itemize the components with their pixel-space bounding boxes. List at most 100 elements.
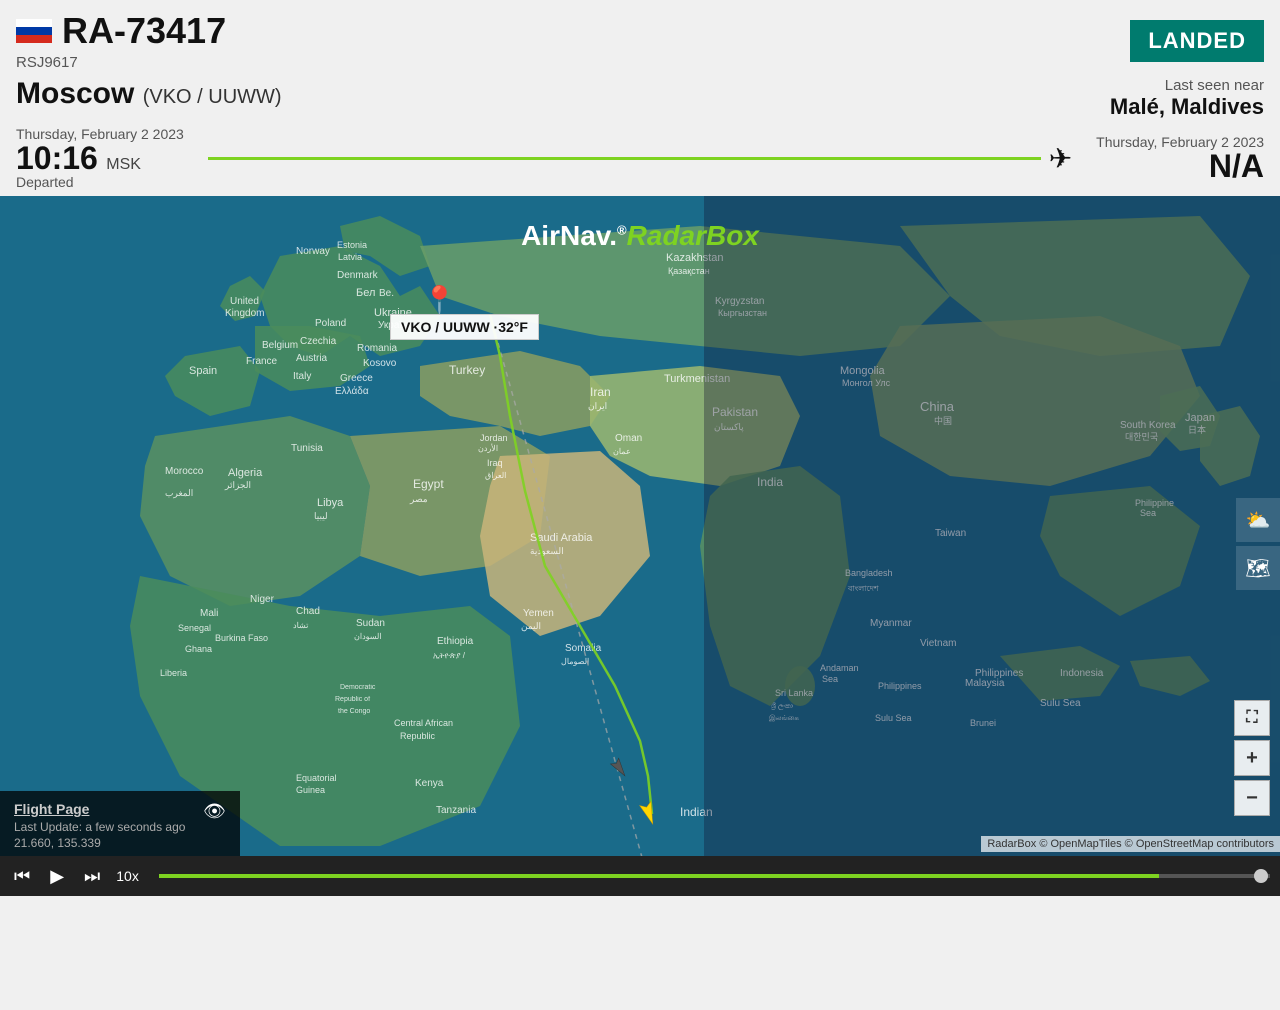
svg-text:Andaman: Andaman bbox=[820, 663, 859, 673]
aircraft-registration: RA-73417 bbox=[62, 10, 226, 52]
svg-text:Jordan: Jordan bbox=[480, 433, 508, 443]
svg-text:Iran: Iran bbox=[590, 385, 611, 399]
svg-text:Tunisia: Tunisia bbox=[291, 443, 323, 454]
svg-text:المغرب: المغرب bbox=[165, 488, 193, 499]
flight-status-badge: LANDED bbox=[1130, 20, 1264, 62]
arrival-block: Thursday, February 2 2023 N/A bbox=[1096, 134, 1264, 182]
playback-fastforward-button[interactable]: ⏭ bbox=[80, 866, 104, 887]
svg-text:Norway: Norway bbox=[296, 246, 330, 257]
svg-text:Guinea: Guinea bbox=[296, 785, 325, 795]
map-container[interactable]: United Kingdom Belgium France Czechia Au… bbox=[0, 196, 1280, 896]
svg-text:Philippines: Philippines bbox=[878, 681, 922, 691]
svg-text:Taiwan: Taiwan bbox=[935, 528, 966, 539]
svg-text:Algeria: Algeria bbox=[228, 467, 263, 479]
svg-text:Denmark: Denmark bbox=[337, 270, 379, 281]
svg-text:Japan: Japan bbox=[1185, 412, 1215, 424]
svg-text:Indonesia: Indonesia bbox=[1060, 668, 1104, 679]
flight-number: RSJ9617 bbox=[16, 54, 226, 71]
svg-text:Ghana: Ghana bbox=[185, 644, 212, 654]
fullscreen-button[interactable]: ⛶ bbox=[1234, 700, 1270, 736]
svg-text:ليبيا: ليبيا bbox=[314, 511, 328, 521]
svg-text:Yemen: Yemen bbox=[523, 608, 554, 619]
zoom-in-button[interactable]: + bbox=[1234, 740, 1270, 776]
playback-progress-fill bbox=[159, 874, 1159, 878]
weather-toggle-button[interactable]: ⛅ bbox=[1236, 498, 1280, 542]
svg-text:日本: 日本 bbox=[1188, 424, 1206, 435]
departure-block: Thursday, February 2 2023 10:16 MSK Depa… bbox=[16, 126, 184, 190]
svg-text:Poland: Poland bbox=[315, 318, 346, 329]
playback-start-button[interactable]: ⏮ bbox=[10, 866, 34, 887]
svg-text:Pakistan: Pakistan bbox=[712, 405, 758, 419]
svg-text:Equatorial: Equatorial bbox=[296, 773, 337, 783]
svg-text:Spain: Spain bbox=[189, 365, 217, 377]
last-update-text: Last Update: a few seconds ago bbox=[14, 820, 226, 834]
airport-tooltip: VKO / UUWW ·32°F bbox=[390, 314, 539, 340]
svg-text:Ethiopia: Ethiopia bbox=[437, 636, 474, 647]
svg-text:Brunei: Brunei bbox=[970, 718, 996, 728]
svg-text:Kyrgyzstan: Kyrgyzstan bbox=[715, 296, 764, 307]
svg-text:Republic: Republic bbox=[400, 731, 436, 741]
svg-text:Latvia: Latvia bbox=[338, 252, 362, 262]
svg-text:Philippine: Philippine bbox=[1135, 498, 1174, 508]
svg-text:இலங்கை: இலங்கை bbox=[769, 714, 799, 722]
airport-map-pin: 📍 bbox=[422, 284, 457, 317]
svg-text:اليمن: اليمن bbox=[521, 621, 541, 632]
playback-slider-thumb[interactable] bbox=[1254, 869, 1268, 883]
origin-block: Moscow (VKO / UUWW) bbox=[16, 77, 282, 111]
playback-play-button[interactable]: ▶ bbox=[46, 866, 68, 887]
departure-timezone: MSK bbox=[106, 156, 141, 173]
svg-text:الأردن: الأردن bbox=[478, 443, 498, 453]
svg-text:Bangladesh: Bangladesh bbox=[845, 568, 893, 578]
svg-text:Central African: Central African bbox=[394, 718, 453, 728]
svg-text:United: United bbox=[230, 296, 259, 307]
playback-slider[interactable] bbox=[159, 874, 1270, 878]
svg-text:Libya: Libya bbox=[317, 497, 344, 509]
svg-text:Czechia: Czechia bbox=[300, 336, 337, 347]
svg-text:the Congo: the Congo bbox=[338, 708, 370, 715]
svg-text:Estonia: Estonia bbox=[337, 240, 367, 250]
svg-text:Vietnam: Vietnam bbox=[920, 638, 957, 649]
flight-page-link[interactable]: Flight Page bbox=[14, 801, 226, 817]
callsign-row: RA-73417 bbox=[16, 10, 226, 52]
playback-bar: ⏮ ▶ ⏭ 10x bbox=[0, 856, 1280, 896]
svg-text:السودان: السودان bbox=[354, 632, 382, 641]
svg-text:عمان: عمان bbox=[613, 447, 631, 456]
svg-text:Niger: Niger bbox=[250, 594, 275, 605]
svg-text:Sulu Sea: Sulu Sea bbox=[875, 713, 912, 723]
eye-icon[interactable]: 👁 bbox=[203, 801, 226, 821]
svg-text:مصر: مصر bbox=[409, 494, 428, 505]
svg-text:پاکستان: پاکستان bbox=[714, 422, 744, 433]
svg-text:Sea: Sea bbox=[1140, 508, 1156, 518]
russian-flag-icon bbox=[16, 19, 52, 43]
svg-text:Монгол Улс: Монгол Улс bbox=[842, 378, 891, 388]
plane-icon: ✈ bbox=[1049, 142, 1072, 175]
svg-text:Sudan: Sudan bbox=[356, 618, 385, 629]
map-controls-panel: ⛅ 🗺 bbox=[1236, 498, 1280, 594]
svg-text:France: France bbox=[246, 356, 278, 367]
flight-progress-bar: ✈ bbox=[208, 142, 1072, 175]
svg-text:Burkina Faso: Burkina Faso bbox=[215, 633, 268, 643]
svg-text:Be.: Be. bbox=[379, 288, 394, 299]
origin-city: Moscow (VKO / UUWW) bbox=[16, 77, 282, 110]
svg-text:Tanzania: Tanzania bbox=[436, 805, 476, 816]
svg-text:Republic of: Republic of bbox=[335, 696, 370, 703]
svg-text:Кыргызстан: Кыргызстан bbox=[718, 308, 767, 318]
svg-text:Қазақстан: Қазақстан bbox=[668, 266, 710, 276]
flight-id-block: RA-73417 RSJ9617 bbox=[16, 10, 226, 71]
svg-text:ایران: ایران bbox=[588, 401, 607, 412]
svg-text:Greece: Greece bbox=[340, 373, 373, 384]
svg-text:বাংলাদেশ: বাংলাদেশ bbox=[847, 584, 879, 593]
map-attribution: RadarBox © OpenMapTiles © OpenStreetMap … bbox=[981, 836, 1280, 852]
svg-text:Malaysia: Malaysia bbox=[965, 678, 1005, 689]
map-layers-button[interactable]: 🗺 bbox=[1236, 546, 1280, 590]
zoom-out-button[interactable]: − bbox=[1234, 780, 1270, 816]
svg-text:Kazakhstan: Kazakhstan bbox=[666, 252, 723, 264]
svg-text:Kenya: Kenya bbox=[415, 778, 444, 789]
svg-text:تشاد: تشاد bbox=[293, 621, 308, 630]
flight-info-panel: 👁 Flight Page Last Update: a few seconds… bbox=[0, 791, 240, 860]
svg-text:Turkmenistan: Turkmenistan bbox=[664, 373, 730, 385]
last-seen-block: Last seen near Malé, Maldives bbox=[1110, 77, 1264, 120]
svg-text:Austria: Austria bbox=[296, 353, 328, 364]
svg-text:Belgium: Belgium bbox=[262, 340, 298, 351]
departure-time: 10:16 bbox=[16, 140, 98, 176]
